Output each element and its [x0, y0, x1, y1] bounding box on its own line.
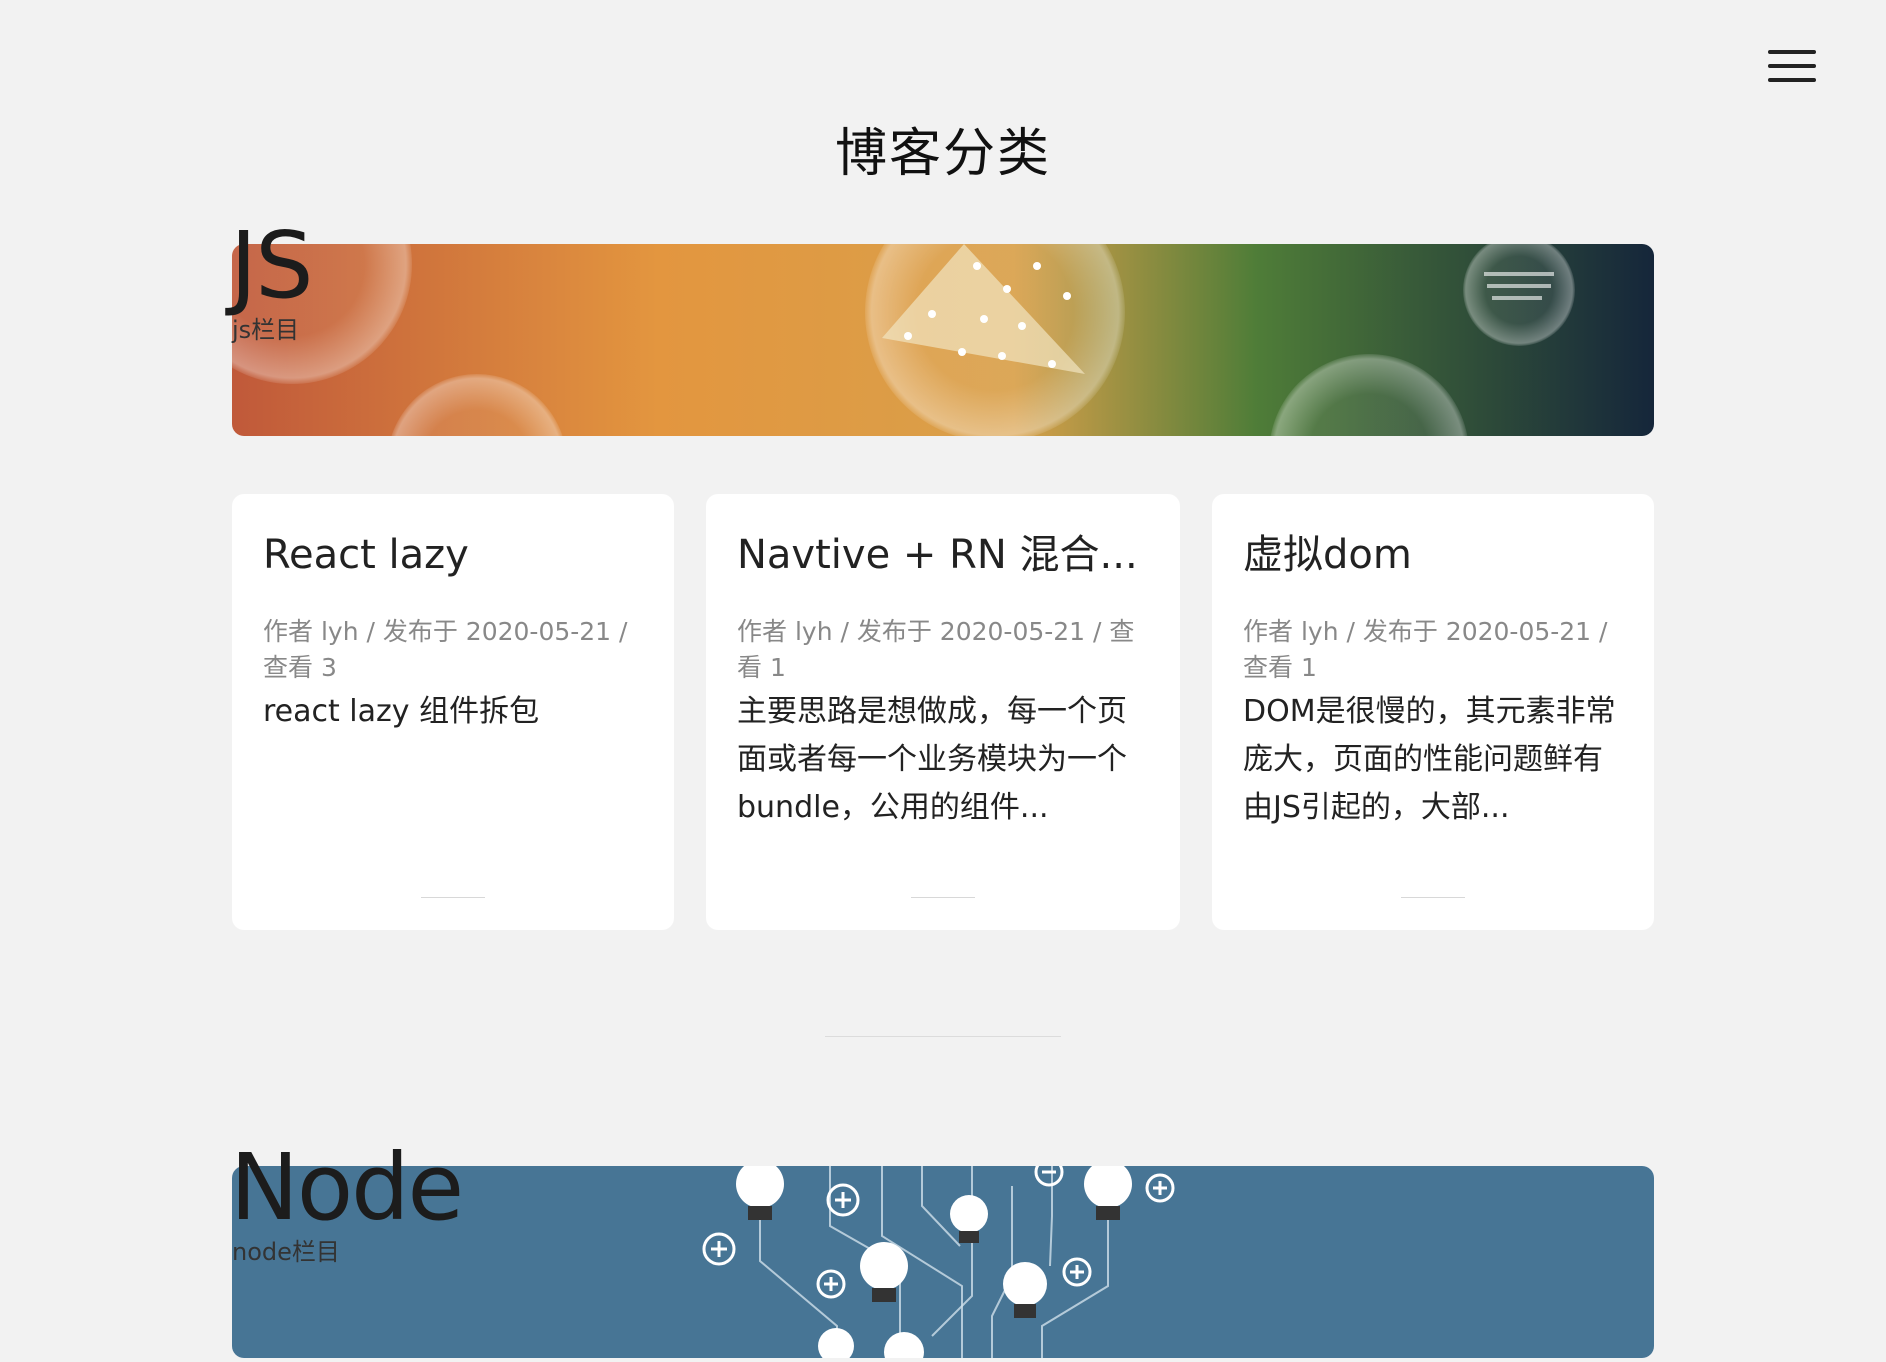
post-title[interactable]: React lazy [263, 530, 644, 580]
page-title: 博客分类 [834, 123, 1051, 184]
card-divider [421, 897, 485, 898]
hamburger-menu-icon[interactable] [1762, 44, 1820, 90]
category-desc-js: js栏目 [232, 316, 300, 344]
category-title-node: Node [230, 1134, 464, 1241]
post-summary: react lazy 组件拆包 [263, 694, 540, 729]
section-divider [825, 1036, 1061, 1037]
card-divider [911, 897, 975, 898]
category-title-js: JS [230, 212, 314, 319]
category-node: Node node栏目 [230, 1134, 1654, 1362]
category-desc-node: node栏目 [232, 1238, 340, 1266]
post-card[interactable]: React lazy 作者 lyh / 发布于 2020-05-21 / 查看 … [232, 494, 674, 930]
category-banner-js[interactable] [232, 244, 1654, 436]
category-js: JS js栏目 React lazy 作者 lyh / 发布于 2020-05-… [230, 212, 1654, 942]
js-banner-image [232, 244, 1654, 436]
post-meta: 作者 lyh / 发布于 2020-05-21 / 查看 1 [737, 617, 1135, 682]
post-meta: 作者 lyh / 发布于 2020-05-21 / 查看 3 [263, 617, 628, 682]
post-card[interactable]: 虚拟dom 作者 lyh / 发布于 2020-05-21 / 查看 1 DOM… [1212, 494, 1654, 930]
blog-category-page: 博客分类 JS js栏目 React lazy 作者 lyh / 发布于 202… [0, 0, 1886, 1362]
post-meta: 作者 lyh / 发布于 2020-05-21 / 查看 1 [1243, 617, 1608, 682]
card-divider [1401, 897, 1465, 898]
post-summary: DOM是很慢的，其元素非常庞大，页面的性能问题鲜有由JS引起的，大部... [1243, 694, 1616, 825]
post-card-list: React lazy 作者 lyh / 发布于 2020-05-21 / 查看 … [232, 494, 1654, 930]
post-card[interactable]: Navtive + RN 混合... 作者 lyh / 发布于 2020-05-… [706, 494, 1180, 930]
post-summary: 主要思路是想做成，每一个页面或者每一个业务模块为一个bundle，公用的组件..… [737, 694, 1127, 825]
post-title[interactable]: Navtive + RN 混合... [737, 530, 1150, 580]
post-title[interactable]: 虚拟dom [1243, 530, 1624, 580]
